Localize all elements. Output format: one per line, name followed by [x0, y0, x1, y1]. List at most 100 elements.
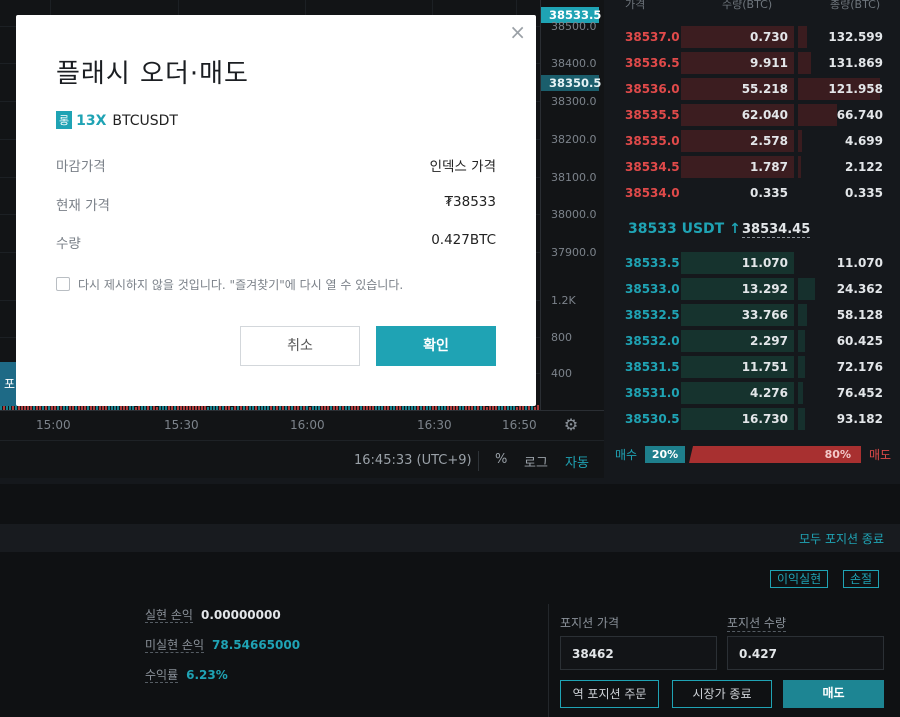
ask-row[interactable]: 38537.0 0.730 132.599 [612, 25, 900, 49]
ask-qty: 0.335 [750, 186, 788, 200]
price-tick: 38100.0 [551, 171, 597, 184]
ask-qty: 2.578 [750, 134, 788, 148]
close-price-row: 마감가격 인덱스 가격 [56, 159, 496, 175]
bid-total: 76.452 [836, 386, 883, 400]
bid-total: 11.070 [836, 256, 883, 270]
price-tick: 38000.0 [551, 208, 597, 221]
gear-icon[interactable]: ⚙ [562, 416, 580, 434]
ask-row[interactable]: 38534.0 0.335 0.335 [612, 181, 900, 205]
ask-price: 38534.5 [625, 160, 680, 174]
log-scale-toggle[interactable]: 로그 [524, 452, 548, 471]
close-all-positions-button[interactable]: 모두 포지션 종료 [799, 530, 884, 547]
sell-button[interactable]: 매도 [783, 680, 884, 708]
leverage-label: 13X [76, 113, 107, 129]
mark-price[interactable]: 38534.45 [742, 222, 811, 238]
position-price-field[interactable]: 38462 [560, 636, 717, 670]
price-axis[interactable]: 38533.5 38500.0 38400.0 38350.5 38300.0 … [540, 0, 604, 410]
take-profit-button[interactable]: 이익실현 [770, 570, 829, 588]
price-tick: 38400.0 [551, 57, 597, 70]
ask-qty: 62.040 [741, 108, 788, 122]
ask-total: 131.869 [828, 56, 883, 70]
buy-ratio-label: 매수 [615, 448, 638, 462]
confirm-button[interactable]: 확인 [376, 326, 496, 366]
bid-price: 38531.0 [625, 386, 680, 400]
last-price: 38533 USDT ↑ [628, 221, 741, 237]
return-rate: 수익률 6.23% [145, 668, 228, 683]
dont-show-again-label: 다시 제시하지 않을 것입니다. "즐겨찾기"에 다시 열 수 있습니다. [78, 278, 404, 292]
cancel-button[interactable]: 취소 [240, 326, 360, 366]
ask-total: 121.958 [828, 82, 883, 96]
reverse-position-button[interactable]: 역 포지션 주문 [560, 680, 659, 708]
ask-row[interactable]: 38534.5 1.787 2.122 [612, 155, 900, 179]
buy-sell-ratio: 매수 20% 80% 매도 [612, 446, 900, 464]
ask-qty: 9.911 [750, 56, 788, 70]
price-tick: 38200.0 [551, 133, 597, 146]
stop-loss-button[interactable]: 손절 [843, 570, 880, 588]
ask-row[interactable]: 38536.5 9.911 131.869 [612, 51, 900, 75]
position-panel: 모두 포지션 종료 이익실현 손절 실현 손익 0.00000000 미실현 손익… [0, 484, 900, 717]
ask-price: 38535.0 [625, 134, 680, 148]
toolbar-divider [478, 451, 479, 471]
volume-tick: 800 [551, 331, 572, 344]
ask-price: 38536.5 [625, 56, 680, 70]
ask-row[interactable]: 38536.0 55.218 121.958 [612, 77, 900, 101]
long-badge: 롱 [56, 111, 73, 129]
time-tick: 16:00 [290, 418, 325, 432]
bid-row[interactable]: 38531.5 11.751 72.176 [612, 355, 900, 379]
bid-price: 38533.0 [625, 282, 680, 296]
time-tick: 15:00 [36, 418, 71, 432]
position-qty-label: 포지션 수량 [727, 616, 787, 632]
ask-cumulative-bar [798, 156, 801, 178]
symbol-label: BTCUSDT [112, 113, 178, 129]
price-tick: 37900.0 [551, 246, 597, 259]
realized-pnl: 실현 손익 0.00000000 [145, 608, 281, 623]
chart-clock: 16:45:33 (UTC+9) [354, 453, 472, 468]
ask-cumulative-bar [798, 52, 811, 74]
ask-total: 0.335 [845, 186, 883, 200]
buy-ratio-bar: 20% [645, 446, 685, 463]
bid-price: 38532.0 [625, 334, 680, 348]
bid-row[interactable]: 38531.0 4.276 76.452 [612, 381, 900, 405]
percent-scale-toggle[interactable]: % [495, 452, 507, 467]
ask-price: 38536.0 [625, 82, 680, 96]
bid-price: 38531.5 [625, 360, 680, 374]
ask-qty: 0.730 [750, 30, 788, 44]
ask-total: 4.699 [845, 134, 883, 148]
dialog-symbol-row: 롱 13X BTCUSDT [56, 111, 178, 129]
bid-row[interactable]: 38533.0 13.292 24.362 [612, 277, 900, 301]
current-price-row: 현재 가격 ₮38533 [56, 194, 496, 214]
dont-show-again-checkbox[interactable] [56, 277, 70, 291]
ask-price: 38535.5 [625, 108, 680, 122]
ask-total: 66.740 [836, 108, 883, 122]
bid-price: 38533.5 [625, 256, 680, 270]
ask-total: 2.122 [845, 160, 883, 174]
time-axis[interactable]: 15:00 15:30 16:00 16:30 16:50 [0, 410, 604, 440]
bid-total: 93.182 [836, 412, 883, 426]
price-tick: 38300.0 [551, 95, 597, 108]
order-book: 가격 수량(BTC) 총량(BTC) 38537.0 0.730 132.599 38… [612, 0, 900, 478]
ask-cumulative-bar [798, 130, 802, 152]
bid-cumulative-bar [798, 382, 803, 404]
orderbook-mid-price: 38533 USDT ↑ 38534.45 [612, 218, 900, 244]
bid-cumulative-bar [798, 356, 805, 378]
bid-row[interactable]: 38530.5 16.730 93.182 [612, 407, 900, 431]
bid-qty: 11.070 [741, 256, 788, 270]
bid-total: 58.128 [836, 308, 883, 322]
bid-qty: 16.730 [741, 412, 788, 426]
ask-qty: 55.218 [741, 82, 788, 96]
auto-scale-toggle[interactable]: 자동 [565, 452, 589, 471]
arrow-up-icon: ↑ [729, 221, 741, 237]
market-close-button[interactable]: 시장가 종료 [672, 680, 772, 708]
close-icon[interactable]: × [509, 20, 526, 44]
bid-row[interactable]: 38533.5 11.070 11.070 [612, 251, 900, 275]
ask-row[interactable]: 38535.5 62.040 66.740 [612, 103, 900, 127]
bid-row[interactable]: 38532.5 33.766 58.128 [612, 303, 900, 327]
position-qty-field[interactable]: 0.427 [727, 636, 884, 670]
volume-tick: 400 [551, 367, 572, 380]
bid-total: 24.362 [836, 282, 883, 296]
ask-row[interactable]: 38535.0 2.578 4.699 [612, 129, 900, 153]
bid-qty: 33.766 [741, 308, 788, 322]
bid-row[interactable]: 38532.0 2.297 60.425 [612, 329, 900, 353]
unrealized-pnl: 미실현 손익 78.54665000 [145, 638, 301, 653]
orderbook-header-price: 가격 [625, 0, 646, 11]
